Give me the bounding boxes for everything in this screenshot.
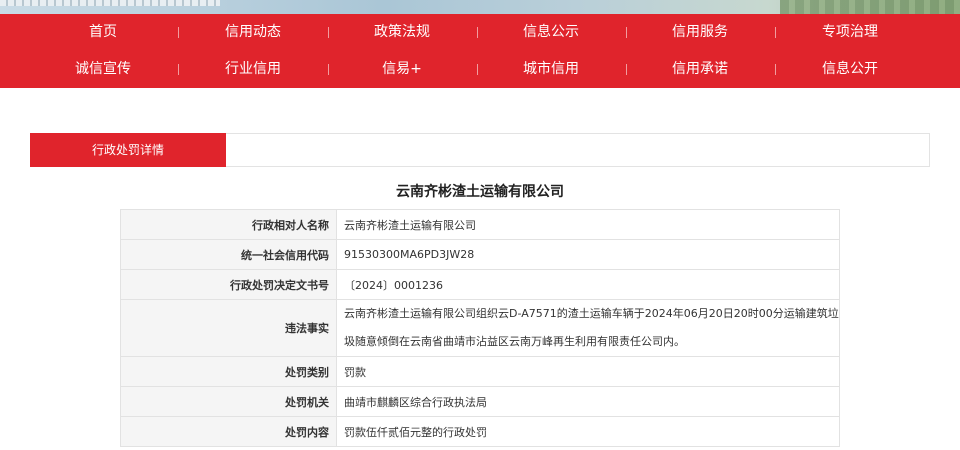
nav-item-integrity-promotion[interactable]: 诚信宣传 bbox=[43, 51, 163, 88]
tab-penalty-details[interactable]: 行政处罚详情 bbox=[30, 133, 226, 167]
main-navigation: 首页 信用动态 政策法规 信息公示 信用服务 专项治理 诚信宣传 行业信用 信易… bbox=[0, 14, 960, 88]
row-label-penalty-type: 处罚类别 bbox=[120, 356, 337, 387]
nav-item-xinyi-plus[interactable]: 信易+ bbox=[342, 51, 462, 88]
nav-row-primary: 首页 信用动态 政策法规 信息公示 信用服务 专项治理 bbox=[0, 14, 960, 51]
nav-item-city-credit[interactable]: 城市信用 bbox=[491, 51, 611, 88]
row-value-credit-code: 91530300MA6PD3JW28 bbox=[336, 239, 840, 270]
detail-tab-bar: 行政处罚详情 bbox=[30, 133, 930, 167]
nav-row-secondary: 诚信宣传 行业信用 信易+ 城市信用 信用承诺 信息公开 bbox=[0, 51, 960, 88]
nav-separator bbox=[626, 27, 627, 38]
nav-item-credit-commitment[interactable]: 信用承诺 bbox=[640, 51, 760, 88]
table-row: 行政相对人名称 云南齐彬渣土运输有限公司 bbox=[120, 209, 840, 240]
nav-separator bbox=[477, 27, 478, 38]
nav-item-info-disclosure[interactable]: 信息公示 bbox=[491, 14, 611, 51]
row-label-penalty-authority: 处罚机关 bbox=[120, 386, 337, 417]
nav-item-info-open[interactable]: 信息公开 bbox=[790, 51, 910, 88]
header-banner-image bbox=[0, 0, 960, 14]
nav-item-special-governance[interactable]: 专项治理 bbox=[790, 14, 910, 51]
nav-item-home[interactable]: 首页 bbox=[43, 14, 163, 51]
table-row: 处罚类别 罚款 bbox=[120, 356, 840, 387]
row-label-violation-facts: 违法事实 bbox=[120, 299, 337, 357]
nav-separator bbox=[178, 64, 179, 75]
page-title: 云南齐彬渣土运输有限公司 bbox=[396, 184, 564, 200]
table-row: 统一社会信用代码 91530300MA6PD3JW28 bbox=[120, 239, 840, 270]
nav-separator bbox=[775, 64, 776, 75]
table-row: 行政处罚决定文书号 〔2024〕0001236 bbox=[120, 269, 840, 300]
nav-item-credit-news[interactable]: 信用动态 bbox=[193, 14, 313, 51]
nav-separator bbox=[328, 27, 329, 38]
banner-railing-decoration bbox=[0, 0, 220, 6]
row-value-penalty-content: 罚款伍仟贰佰元整的行政处罚 bbox=[336, 416, 840, 447]
banner-trees-decoration bbox=[780, 0, 960, 14]
row-label-penalty-content: 处罚内容 bbox=[120, 416, 337, 447]
row-value-penalty-type: 罚款 bbox=[336, 356, 840, 387]
nav-item-policies[interactable]: 政策法规 bbox=[342, 14, 462, 51]
row-value-decision-number: 〔2024〕0001236 bbox=[336, 269, 840, 300]
penalty-detail-table: 行政相对人名称 云南齐彬渣土运输有限公司 统一社会信用代码 91530300MA… bbox=[120, 209, 840, 447]
row-label-decision-number: 行政处罚决定文书号 bbox=[120, 269, 337, 300]
row-label-credit-code: 统一社会信用代码 bbox=[120, 239, 337, 270]
nav-separator bbox=[626, 64, 627, 75]
nav-item-credit-services[interactable]: 信用服务 bbox=[640, 14, 760, 51]
nav-item-industry-credit[interactable]: 行业信用 bbox=[193, 51, 313, 88]
nav-separator bbox=[178, 27, 179, 38]
table-row: 处罚内容 罚款伍仟贰佰元整的行政处罚 bbox=[120, 416, 840, 447]
nav-separator bbox=[328, 64, 329, 75]
nav-separator bbox=[775, 27, 776, 38]
row-label-party-name: 行政相对人名称 bbox=[120, 209, 337, 240]
row-value-party-name: 云南齐彬渣土运输有限公司 bbox=[336, 209, 840, 240]
table-row: 违法事实 云南齐彬渣土运输有限公司组织云D-A7571的渣土运输车辆于2024年… bbox=[120, 299, 840, 357]
row-value-penalty-authority: 曲靖市麒麟区综合行政执法局 bbox=[336, 386, 840, 417]
nav-separator bbox=[477, 64, 478, 75]
row-value-violation-facts: 云南齐彬渣土运输有限公司组织云D-A7571的渣土运输车辆于2024年06月20… bbox=[336, 299, 840, 357]
table-row: 处罚机关 曲靖市麒麟区综合行政执法局 bbox=[120, 386, 840, 417]
